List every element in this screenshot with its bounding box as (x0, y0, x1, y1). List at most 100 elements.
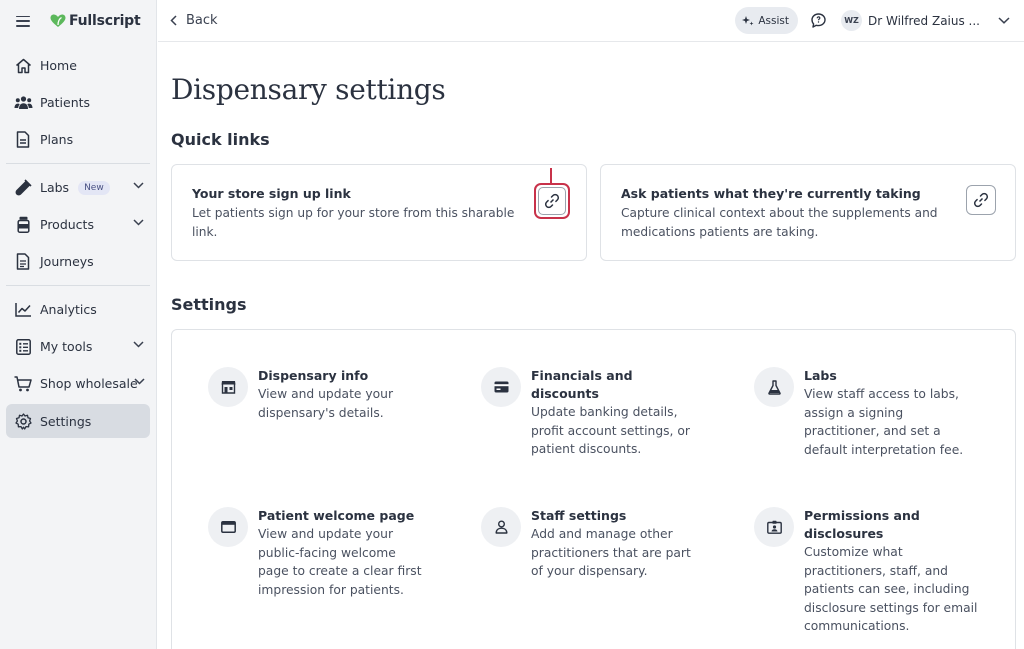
setting-description: View and update your dispensary's detail… (258, 387, 394, 420)
sparkle-icon (742, 15, 754, 25)
sidebar-item-label: Labs (40, 180, 70, 195)
page-title: Dispensary settings (171, 73, 446, 106)
sidebar-item-products[interactable]: Products (0, 206, 156, 243)
browser-window-icon (208, 507, 248, 547)
sidebar-item-analytics[interactable]: Analytics (0, 291, 156, 328)
setting-text: Labs View staff access to labs, assign a… (804, 367, 974, 459)
quick-links-title: Quick links (171, 130, 270, 149)
setting-title: Labs (804, 368, 837, 383)
gear-icon (13, 411, 33, 431)
leaf-heart-icon (50, 14, 66, 27)
document-icon (13, 130, 33, 150)
chevron-down-icon[interactable] (133, 219, 144, 226)
assist-button[interactable]: Assist (735, 7, 798, 34)
copy-link-button[interactable] (538, 187, 566, 215)
hamburger-menu-icon[interactable] (16, 15, 30, 27)
back-label: Back (186, 13, 218, 28)
sidebar-item-settings[interactable]: Settings (6, 404, 150, 438)
bottle-icon (13, 215, 33, 235)
sidebar-item-home[interactable]: Home (0, 47, 156, 84)
sidebar-item-label: Journeys (40, 254, 94, 269)
chevron-down-icon[interactable] (134, 378, 145, 385)
credit-card-icon (481, 367, 521, 407)
setting-description: View staff access to labs, assign a sign… (804, 387, 964, 457)
link-icon (973, 192, 989, 208)
assist-label: Assist (758, 14, 789, 27)
sidebar-item-label: Shop wholesale (40, 376, 138, 391)
home-icon (13, 56, 33, 76)
brand-name: Fullscript (69, 13, 141, 29)
sidebar-item-label: Products (40, 217, 94, 232)
setting-permissions-disclosures[interactable]: Permissions and disclosures Customize wh… (754, 507, 977, 636)
chart-icon (13, 300, 33, 320)
quick-link-description: Capture clinical context about the suppl… (621, 206, 938, 239)
quick-link-description: Let patients sign up for your store from… (192, 206, 515, 239)
sidebar-divider (6, 285, 150, 286)
sidebar-item-label: Home (40, 58, 77, 73)
avatar[interactable]: WZ (841, 10, 862, 31)
quick-link-title: Your store sign up link (192, 186, 351, 201)
settings-title: Settings (171, 295, 247, 314)
fullscript-logo[interactable]: Fullscript (50, 13, 141, 29)
storefront-icon (208, 367, 248, 407)
sidebar-item-shop-wholesale[interactable]: Shop wholesale (0, 365, 156, 402)
setting-text: Permissions and disclosures Customize wh… (804, 507, 984, 636)
journey-icon (13, 252, 33, 272)
chevron-down-icon[interactable] (133, 341, 144, 348)
copy-link-button-highlighted[interactable] (534, 183, 570, 219)
cart-icon (13, 374, 33, 394)
checklist-icon (13, 337, 33, 357)
chevron-down-icon[interactable] (998, 17, 1010, 24)
sidebar-item-label: Settings (40, 413, 92, 429)
quick-link-card-store-signup: Your store sign up link Let patients sig… (171, 164, 587, 261)
sidebar-item-labs[interactable]: Labs New (0, 169, 156, 206)
sidebar-item-my-tools[interactable]: My tools (0, 328, 156, 365)
flask-icon (754, 367, 794, 407)
sidebar-item-journeys[interactable]: Journeys (0, 243, 156, 280)
setting-title: Dispensary info (258, 368, 369, 383)
copy-link-button[interactable] (966, 185, 996, 215)
chevron-down-icon[interactable] (133, 182, 144, 189)
new-badge: New (78, 180, 110, 195)
setting-description: Customize what practitioners, staff, and… (804, 545, 978, 633)
setting-financials-discounts[interactable]: Financials and discounts Update banking … (481, 367, 701, 459)
sidebar-divider (6, 163, 150, 164)
sidebar-header: Fullscript (0, 0, 156, 42)
setting-text: Staff settings Add and manage other prac… (531, 507, 706, 581)
chevron-left-icon (170, 15, 177, 26)
setting-title: Patient welcome page (258, 508, 415, 523)
main-content: Dispensary settings Quick links Your sto… (171, 42, 1016, 649)
top-bar-actions: Assist WZ Dr Wilfred Zaius ... (735, 7, 1010, 34)
test-tube-icon (13, 178, 33, 198)
patients-icon (13, 93, 33, 113)
setting-text: Patient welcome page View and update you… (258, 507, 428, 599)
setting-title: Financials and discounts (531, 368, 633, 401)
sidebar-item-label: Plans (40, 132, 74, 147)
setting-title: Permissions and disclosures (804, 508, 920, 541)
setting-description: Add and manage other practitioners that … (531, 527, 691, 578)
setting-text: Financials and discounts Update banking … (531, 367, 701, 459)
sidebar-item-label: Patients (40, 95, 91, 110)
quick-links-row: Your store sign up link Let patients sig… (171, 164, 1016, 261)
sidebar-item-label: Analytics (40, 302, 97, 317)
setting-staff-settings[interactable]: Staff settings Add and manage other prac… (481, 507, 701, 581)
quick-link-title: Ask patients what they're currently taki… (621, 186, 921, 201)
settings-panel: Dispensary info View and update your dis… (171, 329, 1016, 649)
sidebar-nav: Home Patients Plans Labs New Products Jo… (0, 47, 156, 438)
setting-patient-welcome-page[interactable]: Patient welcome page View and update you… (208, 507, 428, 599)
setting-description: Update banking details, profit account s… (531, 405, 690, 456)
top-bar: Back Assist WZ Dr Wilfred Zaius ... (158, 0, 1024, 42)
sidebar-item-plans[interactable]: Plans (0, 121, 156, 158)
back-button[interactable]: Back (170, 13, 218, 28)
setting-labs[interactable]: Labs View staff access to labs, assign a… (754, 367, 974, 459)
sidebar-item-patients[interactable]: Patients (0, 84, 156, 121)
sidebar-item-label: My tools (40, 339, 93, 354)
setting-dispensary-info[interactable]: Dispensary info View and update your dis… (208, 367, 428, 422)
setting-description: View and update your public-facing welco… (258, 527, 422, 597)
chat-bubble-icon[interactable] (811, 13, 826, 28)
sidebar: Fullscript Home Patients Plans Labs New … (0, 0, 157, 649)
setting-text: Dispensary info View and update your dis… (258, 367, 428, 422)
quick-link-card-current-taking: Ask patients what they're currently taki… (600, 164, 1016, 261)
user-name[interactable]: Dr Wilfred Zaius ... (868, 14, 980, 28)
setting-title: Staff settings (531, 508, 627, 523)
